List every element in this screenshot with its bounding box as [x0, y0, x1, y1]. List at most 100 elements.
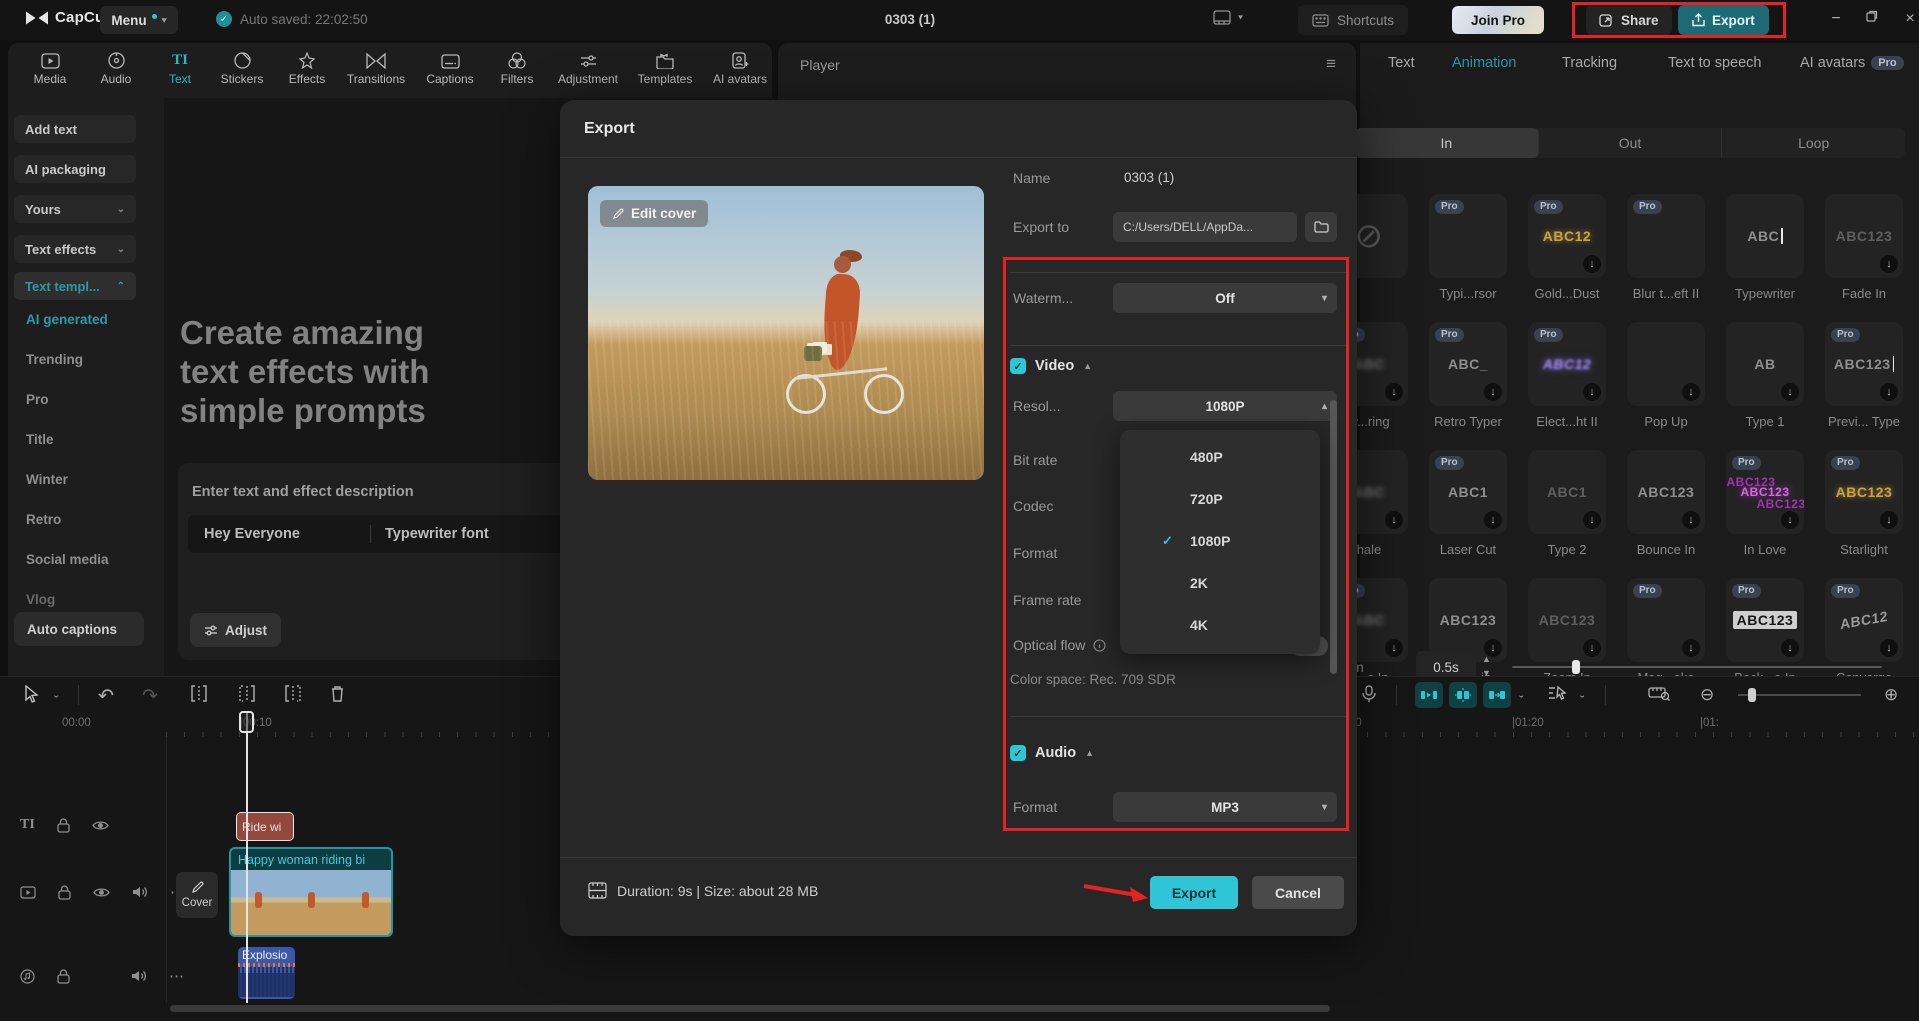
collapse-icon[interactable]: ▲	[1083, 361, 1092, 371]
download-icon[interactable]: ↓	[1880, 383, 1898, 401]
resolution-option[interactable]: 4K	[1120, 604, 1320, 646]
tab-adjustment[interactable]: Adjustment	[556, 49, 620, 86]
window-close-button[interactable]: ×	[1900, 10, 1919, 28]
download-icon[interactable]: ↓	[1484, 383, 1502, 401]
record-voiceover-button[interactable]	[1362, 685, 1376, 703]
phase-tab[interactable]: Loop	[1722, 128, 1905, 158]
download-icon[interactable]: ↓	[1583, 511, 1601, 529]
chevron-down-icon[interactable]: ⌄	[1517, 691, 1525, 700]
download-icon[interactable]: ↓	[1682, 511, 1700, 529]
resolution-option[interactable]: 720P	[1120, 478, 1320, 520]
layout-switch-button[interactable]: ▾	[1213, 10, 1243, 25]
lock-icon[interactable]	[57, 818, 70, 833]
animation-card[interactable]: ABC12 Pro ↓	[1528, 322, 1606, 406]
sidebar-group-yours[interactable]: Yours ⌄	[14, 195, 136, 223]
phase-tab[interactable]: In	[1355, 128, 1539, 158]
window-minimize-button[interactable]: −	[1826, 10, 1846, 28]
animation-card[interactable]: ABC	[1726, 194, 1804, 278]
tab-text-properties[interactable]: Text	[1388, 55, 1415, 71]
download-icon[interactable]: ↓	[1781, 383, 1799, 401]
download-icon[interactable]: ↓	[1880, 255, 1898, 273]
shortcuts-button[interactable]: Shortcuts	[1298, 5, 1408, 35]
tab-templates[interactable]: Templates	[633, 49, 697, 86]
animation-card[interactable]: ABC123 Pro ↓	[1726, 450, 1804, 534]
download-icon[interactable]: ↓	[1583, 383, 1601, 401]
playhead-handle[interactable]	[239, 711, 254, 733]
animation-card[interactable]: ABC1 Pro ↓	[1429, 450, 1507, 534]
tab-media[interactable]: Media	[18, 49, 82, 86]
sidebar-item-title[interactable]: Title	[26, 432, 54, 447]
sidebar-item-social-media[interactable]: Social media	[26, 552, 109, 567]
download-icon[interactable]: ↓	[1385, 511, 1403, 529]
download-icon[interactable]: ↓	[1583, 255, 1601, 273]
animation-card[interactable]: ABC1 ↓	[1528, 450, 1606, 534]
export-button-top[interactable]: Export	[1678, 5, 1769, 35]
tab-text-to-speech[interactable]: Text to speech	[1668, 55, 1762, 71]
cancel-button[interactable]: Cancel	[1252, 876, 1344, 909]
tab-captions[interactable]: Captions	[418, 49, 482, 86]
sidebar-group-text-templates[interactable]: Text templ... ⌃	[14, 272, 136, 300]
tab-stickers[interactable]: Stickers	[210, 49, 274, 86]
animation-card[interactable]: ABC123 ↓	[1429, 578, 1507, 662]
redo-button[interactable]: ↷	[142, 685, 158, 708]
tab-transitions[interactable]: Transitions	[344, 49, 408, 86]
split-button[interactable]	[190, 685, 208, 702]
phase-tab[interactable]: Out	[1539, 128, 1723, 158]
sidebar-item-ai-generated[interactable]: AI generated	[26, 312, 108, 327]
sidebar-item-ai-packaging[interactable]: AI packaging	[14, 155, 136, 183]
eye-icon[interactable]	[93, 887, 110, 898]
auto-splice-button[interactable]	[1449, 682, 1477, 708]
timeline-zoom-slider[interactable]	[1738, 694, 1861, 696]
download-icon[interactable]: ↓	[1484, 511, 1502, 529]
animation-card[interactable]: ABC_ Pro ↓	[1429, 322, 1507, 406]
window-maximize-button[interactable]	[1866, 10, 1886, 22]
tab-filters[interactable]: Filters	[485, 49, 549, 86]
menu-button[interactable]: Menu ▾	[100, 6, 178, 34]
video-checkbox[interactable]: ✓	[1010, 358, 1026, 374]
sidebar-group-text-effects[interactable]: Text effects ⌄	[14, 235, 136, 263]
tab-ai-avatars[interactable]: AI avatars	[708, 49, 772, 86]
eye-icon[interactable]	[92, 820, 109, 831]
speaker-icon[interactable]	[131, 969, 147, 983]
edit-cover-button[interactable]: Edit cover	[600, 200, 708, 227]
name-value[interactable]: 0303 (1)	[1124, 170, 1174, 185]
animation-card[interactable]: Pro	[1429, 194, 1507, 278]
animation-card[interactable]: Pro	[1627, 194, 1705, 278]
tab-ai-avatars-panel[interactable]: AI avatarsPro	[1800, 55, 1904, 71]
animation-card[interactable]: ABC12 Pro ↓	[1825, 578, 1903, 662]
animation-card[interactable]: ABC123 ↓	[1528, 578, 1606, 662]
playhead[interactable]	[246, 713, 248, 1003]
more-icon[interactable]: ⋯	[169, 967, 185, 985]
chevron-down-icon[interactable]: ⌄	[1578, 691, 1586, 700]
download-icon[interactable]: ↓	[1385, 383, 1403, 401]
link-clips-button[interactable]	[1483, 682, 1511, 708]
sidebar-item-pro[interactable]: Pro	[26, 392, 49, 407]
chevron-down-icon[interactable]: ⌄	[52, 691, 60, 700]
download-icon[interactable]: ↓	[1880, 511, 1898, 529]
text-clip[interactable]: Ride wi	[236, 812, 294, 841]
animation-card[interactable]: ABC123 ↓	[1825, 194, 1903, 278]
tab-effects[interactable]: Effects	[275, 49, 339, 86]
audio-format-dropdown[interactable]: MP3 ▾	[1113, 792, 1337, 822]
download-icon[interactable]: ↓	[1682, 383, 1700, 401]
animation-card[interactable]: AB ↓	[1726, 322, 1804, 406]
cover-button[interactable]: Cover	[176, 872, 218, 918]
resolution-dropdown[interactable]: 1080P ▴	[1113, 391, 1337, 421]
speaker-icon[interactable]	[132, 885, 148, 899]
browse-folder-button[interactable]	[1305, 212, 1337, 242]
tab-audio[interactable]: Audio	[84, 49, 148, 86]
select-tool-button[interactable]	[24, 685, 40, 703]
split-keep-left-button[interactable]	[238, 685, 256, 702]
timeline-horizontal-scrollbar[interactable]	[170, 1005, 1330, 1012]
animation-card[interactable]: ABC12 Pro ↓	[1528, 194, 1606, 278]
sidebar-item-add-text[interactable]: Add text	[14, 115, 136, 143]
delete-button[interactable]	[330, 685, 345, 702]
resolution-option[interactable]: 2K	[1120, 562, 1320, 604]
animation-card[interactable]: ABC123 Pro ↓	[1825, 322, 1903, 406]
collapse-icon[interactable]: ▲	[1085, 748, 1094, 758]
sidebar-item-winter[interactable]: Winter	[26, 472, 68, 487]
undo-button[interactable]: ↶	[98, 685, 114, 708]
animation-card[interactable]: ABC123 Pro ↓	[1825, 450, 1903, 534]
join-pro-button[interactable]: Join Pro	[1452, 6, 1544, 34]
export-confirm-button[interactable]: Export	[1150, 876, 1238, 909]
